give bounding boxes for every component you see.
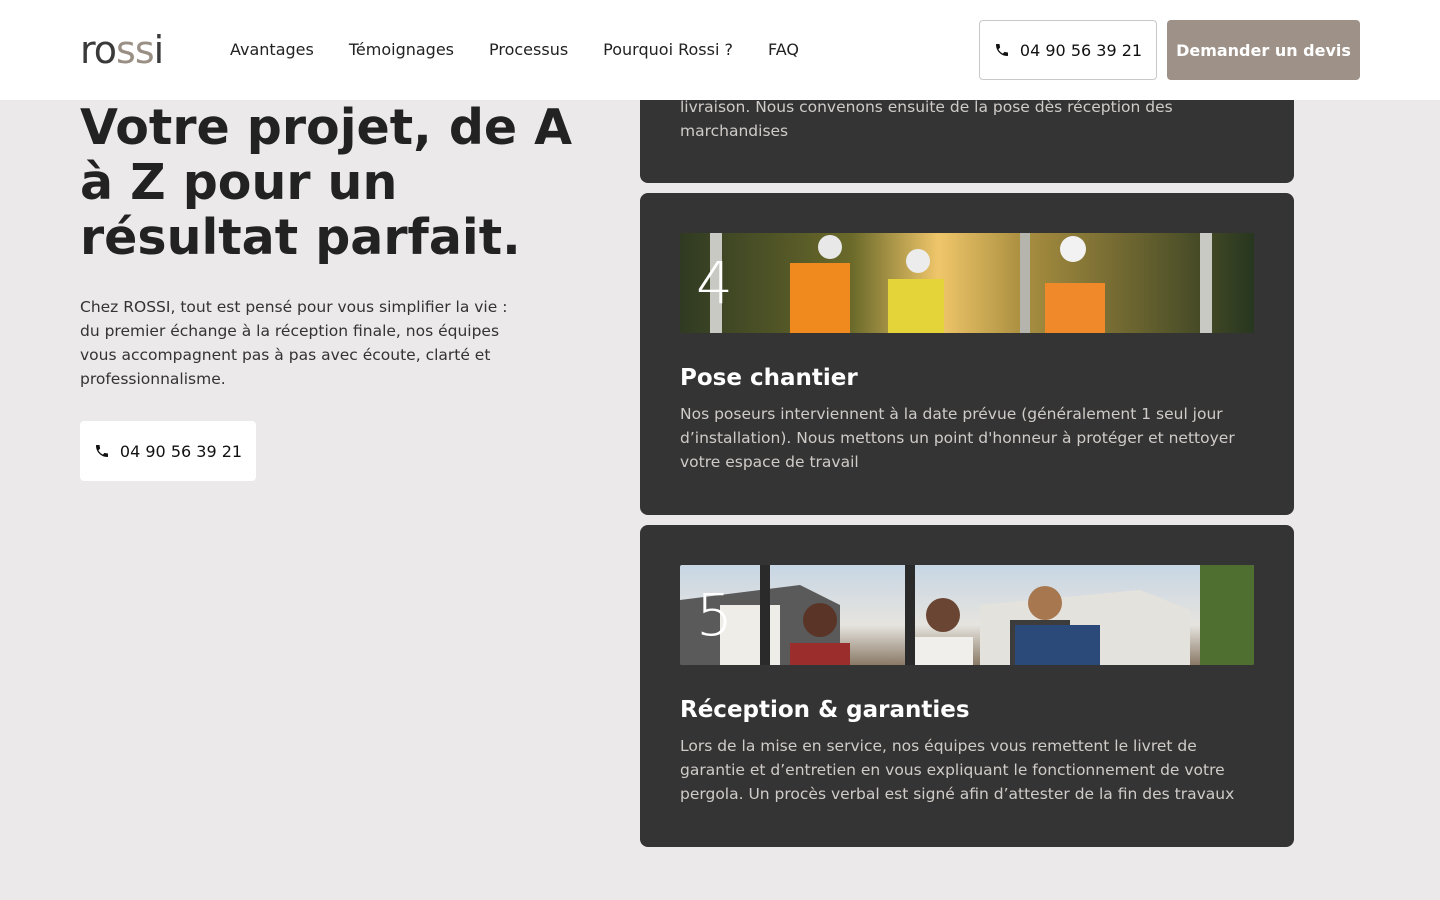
header-phone-number: 04 90 56 39 21 <box>1019 40 1143 60</box>
logo-text-start: ro <box>80 28 117 72</box>
step-number-4: 4 <box>696 249 733 317</box>
rossi-logo[interactable]: rossi <box>80 28 165 72</box>
handover-meeting-photo: 5 <box>680 565 1254 665</box>
main-nav: Avantages Témoignages Processus Pourquoi… <box>230 38 799 62</box>
phone-icon <box>995 44 1008 56</box>
request-quote-button[interactable]: Demander un devis <box>1167 20 1360 80</box>
logo-text-accent: ss <box>116 28 155 72</box>
nav-link-faq[interactable]: FAQ <box>768 38 799 62</box>
nav-link-temoignages[interactable]: Témoignages <box>349 38 454 62</box>
step-5-title: Réception & garanties <box>680 697 970 723</box>
step-3-description: livraison. Nous convenons ensuite de la … <box>680 98 1173 140</box>
nav-link-pourquoi-rossi[interactable]: Pourquoi Rossi ? <box>603 38 733 62</box>
installation-team-photo: 4 <box>680 233 1254 333</box>
hero-description: Chez ROSSI, tout est pensé pour vous sim… <box>80 298 508 388</box>
step-4-title: Pose chantier <box>680 365 858 391</box>
hero-phone-number: 04 90 56 39 21 <box>119 441 243 461</box>
step-4-description: Nos poseurs interviennent à la date prév… <box>680 405 1235 471</box>
step-card-4: 4 Pose chantier Nos poseurs interviennen… <box>640 193 1294 515</box>
step-5-description: Lors de la mise en service, nos équipes … <box>680 737 1235 803</box>
step-number-5: 5 <box>696 581 733 649</box>
hero-phone-button[interactable]: 04 90 56 39 21 <box>80 421 256 481</box>
nav-link-avantages[interactable]: Avantages <box>230 38 314 62</box>
header-phone-button[interactable]: 04 90 56 39 21 <box>979 20 1157 80</box>
logo-text-end: i <box>153 28 165 72</box>
hero-title: Votre projet, de A à Z pour un résultat … <box>80 99 573 266</box>
phone-icon <box>95 445 108 457</box>
step-card-5: 5 Réception & garanties Lors de la mise … <box>640 525 1294 847</box>
site-header: rossi Avantages Témoignages Processus Po… <box>0 0 1440 100</box>
nav-link-processus[interactable]: Processus <box>489 38 568 62</box>
